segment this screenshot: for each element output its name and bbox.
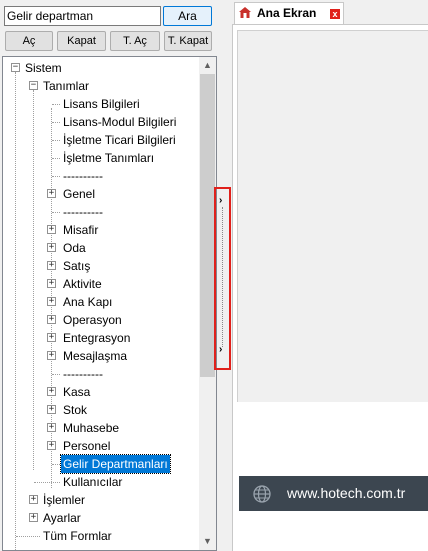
navigation-panel: Ara Aç Kapat T. Aç T. Kapat − Sistem − T…	[0, 0, 219, 551]
tree-node-label: İşletme Tanımları	[63, 151, 155, 165]
tree-node-label: Tanımlar	[43, 79, 90, 93]
expand-icon[interactable]: +	[29, 495, 38, 504]
tree-node-label: ----------	[63, 169, 103, 183]
expand-button[interactable]: Aç	[5, 31, 53, 51]
tree-node-label: Kasa	[63, 385, 91, 399]
panel-splitter[interactable]: › ›	[214, 187, 231, 370]
collapse-all-button[interactable]: T. Kapat	[164, 31, 212, 51]
tree-node-label: Operasyon	[63, 313, 122, 327]
tree-node-label: Muhasebe	[63, 421, 120, 435]
globe-icon	[253, 485, 271, 503]
expand-icon[interactable]: +	[47, 405, 56, 414]
tree-node-label: ----------	[63, 367, 103, 381]
tree-connector	[33, 90, 34, 470]
scroll-down-icon[interactable]: ▼	[199, 533, 216, 550]
search-input[interactable]	[4, 6, 161, 26]
tree-node-label: İşlemler	[43, 493, 86, 507]
tree-node-label: Personel	[63, 439, 111, 453]
tree-node-label: Ayarlar	[43, 511, 81, 525]
tree-node-label: Misafir	[63, 223, 99, 237]
tree-node-label: İşletme Ticari Bilgileri	[63, 133, 176, 147]
tree-node-label: Tüm Formlar	[43, 529, 112, 543]
collapse-icon[interactable]: −	[11, 63, 20, 72]
collapse-button[interactable]: Kapat	[57, 31, 106, 51]
tree-node-label: Aktivite	[63, 277, 102, 291]
close-icon[interactable]: x	[330, 9, 340, 19]
expand-icon[interactable]: +	[47, 423, 56, 432]
chevron-right-icon[interactable]: ›	[219, 344, 222, 355]
expand-icon[interactable]: +	[47, 441, 56, 450]
collapse-icon[interactable]: −	[29, 81, 38, 90]
main-content: www.hotech.com.tr	[232, 25, 428, 551]
home-icon	[239, 7, 251, 18]
splitter-grip	[222, 207, 223, 347]
tree-node-label: Oda	[63, 241, 86, 255]
tree-connector	[15, 72, 16, 550]
tree-node-label: Genel	[63, 187, 96, 201]
website-url: www.hotech.com.tr	[287, 485, 406, 501]
expand-icon[interactable]: +	[47, 297, 56, 306]
tab-ana-ekran[interactable]: Ana Ekran x	[234, 2, 344, 24]
tree-node-label: Entegrasyon	[63, 331, 131, 345]
tree-node-label: Ana Kapı	[63, 295, 113, 309]
expand-icon[interactable]: +	[47, 315, 56, 324]
tree-node-label: Sistem	[25, 61, 62, 75]
expand-icon[interactable]: +	[47, 333, 56, 342]
expand-icon[interactable]: +	[47, 225, 56, 234]
expand-icon[interactable]: +	[47, 351, 56, 360]
expand-all-button[interactable]: T. Aç	[110, 31, 160, 51]
tab-bar: Ana Ekran x	[232, 0, 428, 25]
tree-node-label: ----------	[63, 205, 103, 219]
content-area	[237, 30, 428, 402]
tab-label: Ana Ekran	[257, 6, 317, 20]
tree-node-label: Gelir Departmanları	[60, 454, 171, 474]
tree-node-label: Mesajlaşma	[63, 349, 128, 363]
chevron-right-icon[interactable]: ›	[219, 195, 222, 206]
menu-tree[interactable]: − Sistem − Tanımlar Lisans Bilgileri Lis…	[2, 56, 217, 551]
scrollbar-thumb[interactable]	[200, 74, 215, 377]
tree-node-label: Lisans-Modul Bilgileri	[63, 115, 177, 129]
tree-node-label: Satış	[63, 259, 91, 273]
expand-icon[interactable]: +	[47, 279, 56, 288]
expand-icon[interactable]: +	[29, 513, 38, 522]
expand-icon[interactable]: +	[47, 243, 56, 252]
scroll-up-icon[interactable]: ▲	[199, 57, 216, 74]
expand-icon[interactable]: +	[47, 261, 56, 270]
expand-icon[interactable]: +	[47, 387, 56, 396]
tree-node-label: Kullanıcılar	[63, 475, 123, 489]
tree-node-label: Lisans Bilgileri	[63, 97, 140, 111]
search-button[interactable]: Ara	[163, 6, 212, 26]
website-banner[interactable]: www.hotech.com.tr	[239, 476, 428, 511]
expand-icon[interactable]: +	[47, 189, 56, 198]
tree-node-label: Stok	[63, 403, 88, 417]
